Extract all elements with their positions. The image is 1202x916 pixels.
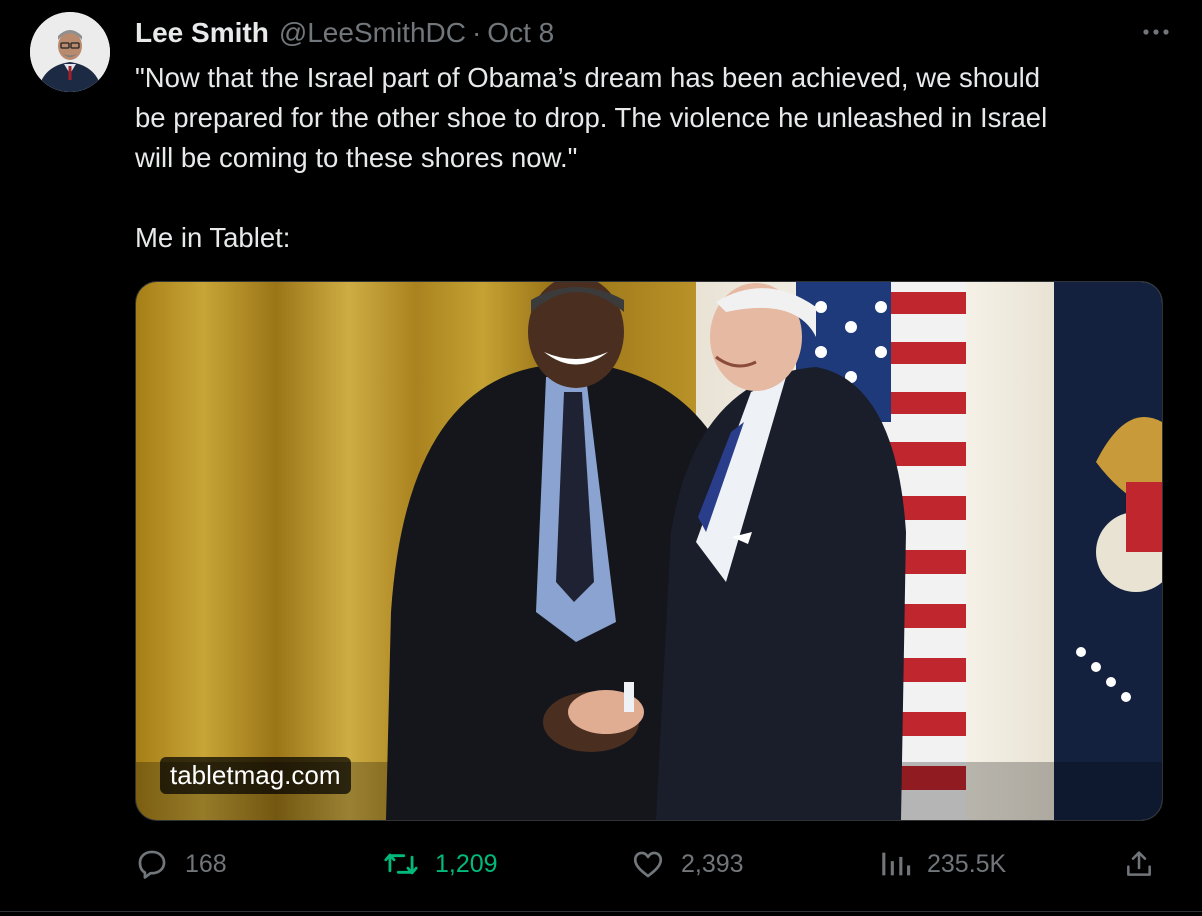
tweet-divider [0,911,1202,912]
reply-icon [138,850,166,879]
author-handle[interactable]: @LeeSmithDC [279,17,466,49]
reply-button[interactable]: 168 [135,842,227,886]
tweet-action-bar: 168 1,209 2,393 235.5K [135,842,1161,886]
header-separator: · [471,17,482,48]
view-count: 235.5K [927,849,1007,878]
reply-count: 168 [185,849,227,878]
tweet-header: Lee Smith @LeeSmithDC · Oct 8 [135,14,554,52]
like-button[interactable]: 2,393 [631,842,744,886]
retweet-count: 1,209 [435,849,498,878]
tweet-timestamp[interactable]: Oct 8 [487,17,554,49]
tweet[interactable]: Lee Smith @LeeSmithDC · Oct 8 "Now that … [0,0,1202,916]
author-avatar[interactable] [30,12,110,92]
share-button[interactable] [1123,842,1171,886]
views-button[interactable]: 235.5K [879,842,1006,886]
tweet-text: "Now that the Israel part of Obama’s dre… [135,62,1048,253]
retweet-icon [384,853,418,875]
author-name[interactable]: Lee Smith [135,17,269,49]
avatar-image [30,12,110,92]
more-dots-icon[interactable] [1140,18,1172,46]
card-photo [136,282,1162,820]
link-card[interactable]: tabletmag.com [135,281,1163,821]
heart-icon [633,851,663,878]
like-count: 2,393 [681,849,744,878]
views-icon [882,852,911,876]
card-domain-badge[interactable]: tabletmag.com [160,757,351,794]
share-icon [1127,851,1151,876]
retweet-button[interactable]: 1,209 [383,842,498,886]
